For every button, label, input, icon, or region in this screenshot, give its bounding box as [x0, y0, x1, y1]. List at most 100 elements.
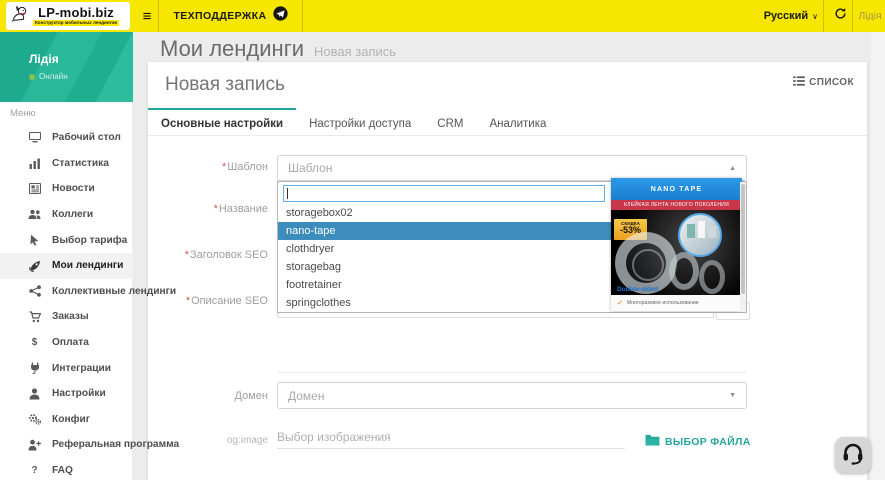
template-field-label: *Шаблон — [148, 161, 268, 173]
breadcrumb: Новая запись — [314, 44, 396, 59]
domain-select[interactable]: Домен ▼ — [277, 382, 747, 409]
domain-field-label: Домен — [148, 390, 268, 402]
option-storagebag[interactable]: storagebag — [278, 258, 611, 276]
telegram-icon — [273, 6, 288, 26]
page-header: Мои лендинги Новая запись — [160, 36, 396, 62]
sidebar-profile: Лідія Онлайн — [0, 32, 133, 102]
domain-select-placeholder: Домен — [288, 389, 729, 403]
plug-icon — [28, 362, 41, 374]
preview-footer: ✓ Многоразовое использование — [611, 295, 742, 311]
name-field-label: *Название — [148, 203, 268, 215]
preview-header: NANO TAPE — [611, 178, 742, 200]
preview-title: NANO TAPE — [651, 186, 703, 193]
option-nano-tape[interactable]: nano-tape — [278, 222, 611, 240]
sidebar: Лідія Онлайн Меню Рабочий стол Статистик… — [0, 32, 133, 480]
sidebar-item-referral[interactable]: Реферальная программа — [0, 432, 133, 458]
preview-subtitle: КЛЕЙКАЯ ЛЕНТА НОВОГО ПОКОЛЕНИЯ — [624, 202, 729, 208]
dropdown-scrollbar-thumb[interactable] — [741, 184, 745, 294]
landings-rocket-icon — [28, 260, 41, 272]
topbar-username[interactable]: Лідія — [855, 0, 885, 32]
online-status-label: Онлайн — [39, 72, 68, 81]
template-search-input[interactable] — [283, 185, 605, 202]
text-caret — [287, 188, 288, 199]
hamburger-icon: ≡ — [143, 8, 152, 25]
tape-roll-small — [699, 260, 725, 294]
tariff-pointer-icon — [28, 234, 41, 246]
language-selector[interactable]: Русский ∨ — [764, 0, 818, 32]
template-options: storagebox02 nano-tape clothdryer storag… — [278, 204, 611, 312]
tape-roll-large — [615, 232, 677, 294]
tab-analytics[interactable]: Аналитика — [476, 108, 559, 135]
sidebar-item-tariff[interactable]: Выбор тарифа — [0, 227, 133, 253]
tech-support-label: ТЕХПОДДЕРЖКА — [173, 10, 266, 22]
form-divider — [277, 372, 747, 373]
list-button-label: СПИСОК — [809, 77, 854, 88]
option-footretainer[interactable]: footretainer — [278, 276, 611, 294]
tape-roll-medium — [669, 252, 699, 290]
tech-support-button[interactable]: ТЕХПОДДЕРЖКА — [159, 0, 302, 32]
option-storagebox02[interactable]: storagebox02 — [278, 204, 611, 222]
profile-status: Онлайн — [29, 72, 133, 81]
tab-access-settings[interactable]: Настройки доступа — [296, 108, 424, 135]
topbar-divider — [852, 0, 853, 32]
dollar-icon: $ — [28, 337, 41, 349]
dog-mascot-icon — [10, 4, 30, 29]
cart-icon — [28, 311, 41, 323]
sidebar-item-payment[interactable]: $ Оплата — [0, 330, 133, 356]
file-select-button[interactable]: ВЫБОР ФАЙЛА — [645, 433, 751, 451]
tab-main-settings[interactable]: Основные настройки — [148, 108, 296, 135]
gears-icon — [28, 413, 41, 425]
sidebar-item-integrations[interactable]: Интеграции — [0, 355, 133, 381]
option-clothdryer[interactable]: clothdryer — [278, 240, 611, 258]
refresh-button[interactable] — [830, 0, 851, 32]
question-icon: ? — [28, 465, 41, 477]
profile-name: Лідія — [29, 52, 133, 66]
sidebar-menu: Рабочий стол Статистика Новости Коллеги — [0, 125, 133, 480]
sidebar-item-colleagues[interactable]: Коллеги — [0, 202, 133, 228]
list-button[interactable]: СПИСОК — [793, 73, 854, 91]
sidebar-item-news[interactable]: Новости — [0, 176, 133, 202]
menu-section-label: Меню — [10, 108, 36, 119]
folder-icon — [645, 433, 660, 451]
sidebar-item-orders[interactable]: Заказы — [0, 304, 133, 330]
option-springclothes[interactable]: springclothes — [278, 294, 611, 312]
preview-body: СКИДКА -53% Double-sided — [611, 210, 742, 295]
user-icon — [28, 388, 41, 400]
dropdown-scrollbar[interactable] — [740, 182, 746, 312]
card-title: Новая запись — [165, 74, 285, 96]
preview-inset-photo — [678, 213, 722, 257]
caret-down-icon: ▼ — [729, 392, 736, 399]
seo-title-field-label: *Заголовок SEO — [148, 249, 268, 261]
tab-crm[interactable]: CRM — [424, 108, 476, 135]
sidebar-item-statistics[interactable]: Статистика — [0, 151, 133, 177]
logo[interactable]: LP-mobi.biz Конструктор мобильных лендин… — [6, 2, 130, 30]
preview-caption: Double-sided — [617, 286, 658, 293]
sidebar-item-my-landings[interactable]: Мои лендинги — [0, 253, 133, 279]
topbar: LP-mobi.biz Конструктор мобильных лендин… — [0, 0, 885, 32]
online-status-dot — [29, 74, 35, 80]
file-select-label: ВЫБОР ФАЙЛА — [665, 436, 751, 448]
logo-title: LP-mobi.biz — [38, 6, 114, 19]
page-scrollbar[interactable] — [871, 32, 885, 480]
sidebar-item-dashboard[interactable]: Рабочий стол — [0, 125, 133, 151]
news-icon — [28, 183, 41, 195]
template-select-placeholder: Шаблон — [288, 161, 729, 175]
hamburger-menu-button[interactable]: ≡ — [136, 0, 158, 32]
app-root: LP-mobi.biz Конструктор мобильных лендин… — [0, 0, 885, 480]
preview-subtitle-bar: КЛЕЙКАЯ ЛЕНТА НОВОГО ПОКОЛЕНИЯ — [611, 200, 742, 210]
sidebar-item-faq[interactable]: ? FAQ — [0, 458, 133, 480]
sidebar-item-collective-landings[interactable]: Коллективные лендинги — [0, 279, 133, 305]
sidebar-item-settings[interactable]: Настройки — [0, 381, 133, 407]
ogimage-input[interactable]: Выбор изображения — [277, 427, 625, 449]
refresh-icon — [834, 7, 847, 25]
share-icon — [28, 285, 41, 297]
sidebar-item-config[interactable]: Конфиг — [0, 407, 133, 433]
support-chat-widget[interactable] — [835, 437, 871, 473]
desktop-icon — [28, 132, 41, 144]
chevron-down-icon: ∨ — [812, 12, 818, 21]
headset-icon — [841, 441, 865, 470]
stats-icon — [28, 157, 41, 169]
topbar-divider — [302, 0, 303, 32]
referral-icon — [28, 439, 41, 451]
preview-feature: Многоразовое использование — [627, 300, 699, 306]
